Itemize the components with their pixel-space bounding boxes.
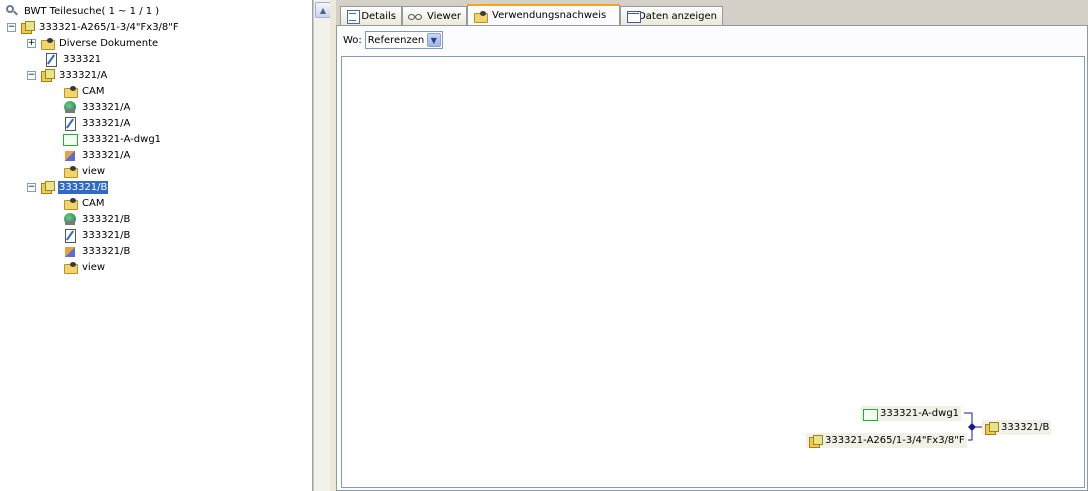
chevron-up-icon: ▲ <box>319 5 327 15</box>
tree-scrollbar[interactable]: ▲ <box>313 0 331 491</box>
filter-row: Wo: Referenzen ▼ <box>343 31 443 49</box>
tree-item-label: view <box>82 261 106 273</box>
document-icon <box>63 228 77 243</box>
glasses-icon <box>408 9 422 23</box>
tree-item-rev-a-model[interactable]: 333321/A <box>63 147 131 163</box>
cam-part-icon <box>63 212 77 226</box>
folder-icon <box>63 164 78 178</box>
connector-upper <box>964 412 973 427</box>
model-icon <box>63 148 77 162</box>
search-icon <box>5 4 19 18</box>
connector-junction <box>968 423 976 431</box>
tree-item-label: 333321/B <box>82 229 131 241</box>
tree-item-rev-b-doc[interactable]: 333321/B <box>63 227 131 243</box>
collapse-icon[interactable]: − <box>7 22 16 32</box>
tree-item-rev-b-model[interactable]: 333321/B <box>63 243 131 259</box>
tree-item-doc-333321[interactable]: 333321 <box>44 51 102 67</box>
folder-icon <box>63 84 78 98</box>
graph-node-dwg[interactable]: 333321-A-dwg1 <box>861 406 962 421</box>
tree-item-label: 333321/A <box>82 101 131 113</box>
tree-item-rev-a-dwg[interactable]: 333321-A-dwg1 <box>63 131 162 147</box>
cam-part-icon <box>63 100 77 114</box>
collapse-icon[interactable]: − <box>27 182 36 192</box>
tab-label: Details <box>361 10 396 22</box>
tree-root-label: BWT Teilesuche( 1 ~ 1 / 1 ) <box>24 5 160 17</box>
tree-item-rev-b-cam[interactable]: CAM <box>63 195 105 211</box>
filter-label: Wo: <box>343 34 362 46</box>
part-icon <box>40 68 55 82</box>
tree-item-rev-a-cam[interactable]: CAM <box>63 83 105 99</box>
graph-node-part[interactable]: 333321-A265/1-3/4"Fx3/8"F <box>806 433 967 448</box>
tree-item-label: 333321/A <box>59 69 108 81</box>
part-icon <box>40 180 55 194</box>
part-icon <box>984 421 999 435</box>
graph-node-label: 333321-A-dwg1 <box>880 408 960 419</box>
expand-icon[interactable]: + <box>27 38 36 48</box>
tree-item-rev-a-view[interactable]: view <box>63 163 106 179</box>
tab-verwendungsnachweis[interactable]: Verwendungsnachweis <box>467 4 620 25</box>
tab-bar: Details Viewer Verwendungsnachweis Daten… <box>336 4 1088 25</box>
part-icon <box>20 20 35 34</box>
part-icon <box>808 434 823 448</box>
tree-item-top-part[interactable]: − 333321-A265/1-3/4"Fx3/8"F <box>7 19 180 35</box>
tab-details[interactable]: Details <box>340 6 402 25</box>
tree-item-label: 333321-A265/1-3/4"Fx3/8"F <box>39 21 179 33</box>
scroll-up-button[interactable]: ▲ <box>315 2 331 18</box>
tree-item-rev-a-doc[interactable]: 333321/A <box>63 115 131 131</box>
graph-node-target[interactable]: 333321/B <box>982 420 1052 435</box>
graph-node-label: 333321-A265/1-3/4"Fx3/8"F <box>825 435 965 446</box>
tree-item-label: 333321-A-dwg1 <box>82 133 162 145</box>
tab-label: Verwendungsnachweis <box>492 10 607 21</box>
details-icon <box>346 9 361 24</box>
graph-node-label: 333321/B <box>1001 422 1050 433</box>
tree-item-label: 333321/A <box>82 149 131 161</box>
tree-item-label: CAM <box>82 197 105 209</box>
tree-item-rev-b[interactable]: − 333321/B <box>27 179 109 195</box>
graph-canvas: 333321-A-dwg1 333321/B 333321-A265/1-3/4… <box>341 56 1085 488</box>
drawing-icon <box>63 132 78 146</box>
data-table-icon <box>626 9 642 23</box>
document-icon <box>44 52 58 67</box>
tree-item-label: Diverse Dokumente <box>59 37 159 49</box>
tree-item-label: 333321 <box>63 53 102 65</box>
graph-connector-lines <box>964 412 982 441</box>
reference-type-select[interactable]: Referenzen ▼ <box>364 31 443 49</box>
drawing-icon <box>863 407 878 421</box>
folder-icon <box>63 196 78 210</box>
tree-item-rev-a[interactable]: − 333321/A <box>27 67 108 83</box>
tab-daten-anzeigen[interactable]: Daten anzeigen <box>620 6 723 25</box>
tab-label: Daten anzeigen <box>638 10 717 22</box>
navigation-tree-pane: BWT Teilesuche( 1 ~ 1 / 1 ) − 333321-A26… <box>0 0 313 491</box>
folder-icon <box>40 36 55 50</box>
document-icon <box>63 116 77 131</box>
tab-label: Viewer <box>427 10 461 22</box>
tree-item-label: view <box>82 165 106 177</box>
tab-viewer[interactable]: Viewer <box>402 6 467 25</box>
where-used-icon <box>473 9 488 23</box>
tree-item-label: 333321/B <box>82 213 131 225</box>
tree-item-label: CAM <box>82 85 105 97</box>
tree-item-rev-b-cam-part[interactable]: 333321/B <box>63 211 131 227</box>
connector-lower <box>968 427 973 441</box>
tree-item-rev-a-cam-part[interactable]: 333321/A <box>63 99 131 115</box>
folder-icon <box>63 260 78 274</box>
model-icon <box>63 244 77 258</box>
tree-item-label: 333321/A <box>82 117 131 129</box>
collapse-icon[interactable]: − <box>27 70 36 80</box>
tree-item-label-selected: 333321/B <box>58 180 109 194</box>
where-used-panel: Wo: Referenzen ▼ 333321-A-dwg1 333321/B … <box>336 25 1088 491</box>
select-value: Referenzen <box>367 34 425 46</box>
tree-item-rev-b-view[interactable]: view <box>63 259 106 275</box>
chevron-down-icon[interactable]: ▼ <box>426 33 441 47</box>
tree-item-diverse-docs[interactable]: + Diverse Dokumente <box>27 35 159 51</box>
tree-item-label: 333321/B <box>82 245 131 257</box>
tree-root[interactable]: BWT Teilesuche( 1 ~ 1 / 1 ) <box>5 3 160 19</box>
